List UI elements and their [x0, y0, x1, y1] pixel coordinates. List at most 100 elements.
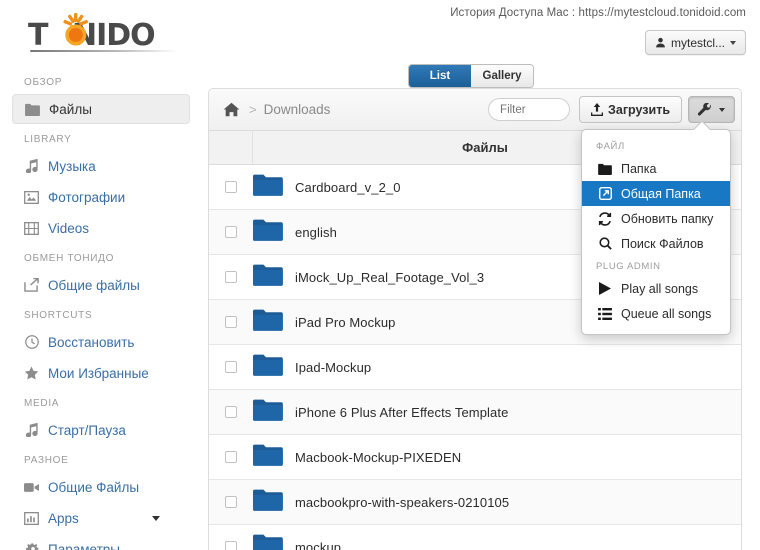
- row-file-name[interactable]: Macbook-Mockup-PIXEDEN: [295, 450, 461, 465]
- sidebar-group-label: LIBRARY: [24, 134, 72, 145]
- music-note-icon: [24, 423, 39, 438]
- row-checkbox-cell[interactable]: [209, 181, 253, 193]
- row-checkbox-cell[interactable]: [209, 271, 253, 283]
- sidebar-item-settings[interactable]: Параметры: [12, 534, 190, 550]
- clock-icon: [24, 335, 39, 350]
- tools-dropdown-button[interactable]: [688, 96, 735, 123]
- sidebar-item-label: Общие файлы: [48, 277, 140, 293]
- sidebar-item-label: Старт/Пауза: [48, 422, 126, 438]
- row-file-name[interactable]: Ipad-Mockup: [295, 360, 371, 375]
- row-checkbox-cell[interactable]: [209, 406, 253, 418]
- chevron-down-icon: [730, 40, 736, 45]
- folder-icon: [253, 218, 283, 246]
- row-file-name[interactable]: iMock_Up_Real_Footage_Vol_3: [295, 270, 484, 285]
- sidebar-group-label: ОБМЕН ТОНИДО: [24, 253, 115, 264]
- row-checkbox-cell[interactable]: [209, 361, 253, 373]
- sidebar-item-label: Videos: [48, 220, 90, 236]
- sidebar-item-apps[interactable]: Apps: [12, 503, 190, 533]
- row-checkbox[interactable]: [225, 406, 237, 418]
- filter-input[interactable]: [488, 98, 571, 121]
- dropdown-group-label: ФАЙЛ: [596, 141, 625, 152]
- tab-list[interactable]: List: [409, 65, 471, 87]
- chevron-down-icon: [719, 107, 725, 112]
- row-file-name[interactable]: iPad Pro Mockup: [295, 315, 396, 330]
- row-file-name[interactable]: english: [295, 225, 337, 240]
- row-checkbox[interactable]: [225, 271, 237, 283]
- folder-icon: [253, 489, 283, 511]
- row-checkbox-cell[interactable]: [209, 451, 253, 463]
- menu-item-queue-all-songs[interactable]: Queue all songs: [582, 301, 730, 326]
- table-row[interactable]: Macbook-Mockup-PIXEDEN: [209, 435, 741, 480]
- row-checkbox[interactable]: [225, 451, 237, 463]
- menu-item-label: Обновить папку: [621, 211, 714, 226]
- breadcrumb-current[interactable]: Downloads: [264, 102, 331, 117]
- sidebar-group-label: SHORTCUTS: [24, 310, 93, 321]
- user-menu-button[interactable]: mytestcl...: [644, 30, 746, 55]
- row-file-name[interactable]: iPhone 6 Plus After Effects Template: [295, 405, 508, 420]
- row-checkbox-cell[interactable]: [209, 316, 253, 328]
- menu-item-play-all-songs[interactable]: Play all songs: [582, 276, 730, 301]
- folder-icon: [253, 398, 283, 426]
- table-row[interactable]: Ipad-Mockup: [209, 345, 741, 390]
- menu-item-refresh-folder[interactable]: Обновить папку: [582, 206, 730, 231]
- menu-item-label: Play all songs: [621, 281, 699, 296]
- table-row[interactable]: iPhone 6 Plus After Effects Template: [209, 390, 741, 435]
- row-checkbox[interactable]: [225, 361, 237, 373]
- row-checkbox-cell[interactable]: [209, 496, 253, 508]
- tonido-logo[interactable]: TONIDO: [28, 12, 188, 53]
- row-checkbox[interactable]: [225, 496, 237, 508]
- sidebar-item-restore[interactable]: Восстановить: [12, 327, 190, 357]
- menu-item-label: Папка: [621, 161, 657, 176]
- folder-icon: [253, 488, 283, 516]
- sidebar-item-play-pause[interactable]: Старт/Пауза: [12, 415, 190, 445]
- sidebar-item-label: Параметры: [48, 541, 120, 550]
- row-checkbox-cell[interactable]: [209, 541, 253, 550]
- sun-icon: [63, 13, 88, 46]
- menu-item-shared-folder[interactable]: Общая Папка: [582, 181, 730, 206]
- row-checkbox[interactable]: [225, 541, 237, 550]
- row-checkbox-cell[interactable]: [209, 226, 253, 238]
- sidebar-item-favorites[interactable]: Мои Избранные: [12, 358, 190, 388]
- folder-icon: [598, 163, 612, 175]
- view-mode-tabs: List Gallery: [408, 64, 534, 88]
- wrench-icon: [698, 102, 711, 116]
- home-icon[interactable]: [223, 102, 240, 117]
- sidebar-item-label: Восстановить: [48, 334, 135, 350]
- sidebar-item-photos[interactable]: Фотографии: [12, 182, 190, 212]
- folder-icon: [253, 308, 283, 336]
- menu-item-label: Поиск Файлов: [621, 236, 704, 251]
- tab-gallery[interactable]: Gallery: [471, 65, 533, 87]
- star-icon: [24, 366, 39, 381]
- row-checkbox[interactable]: [225, 316, 237, 328]
- sidebar-group-label: MEDIA: [24, 398, 60, 409]
- row-file-name[interactable]: mockup: [295, 540, 341, 550]
- sidebar-item-music[interactable]: Музыка: [12, 151, 190, 181]
- sidebar-item-common-files[interactable]: Общие Файлы: [12, 472, 190, 502]
- header-checkbox-column: [209, 131, 253, 164]
- folder-icon: [253, 264, 283, 286]
- sidebar-item-shared-files[interactable]: Общие файлы: [12, 270, 190, 300]
- folder-icon: [253, 533, 283, 550]
- sidebar-item-videos[interactable]: Videos: [12, 213, 190, 243]
- folder-icon: [253, 219, 283, 241]
- row-checkbox[interactable]: [225, 226, 237, 238]
- menu-item-new-folder[interactable]: Папка: [582, 156, 730, 181]
- sidebar-group-label: РАЗНОЕ: [24, 455, 69, 466]
- row-file-name[interactable]: macbookpro-with-speakers-0210105: [295, 495, 509, 510]
- menu-item-label: Общая Папка: [621, 186, 701, 201]
- sidebar-item-files[interactable]: Файлы: [12, 94, 190, 124]
- film-icon: [24, 221, 39, 236]
- sidebar-item-label: Мои Избранные: [48, 365, 149, 381]
- folder-icon: [253, 353, 283, 381]
- share-icon: [24, 278, 39, 293]
- user-menu-label: mytestcl...: [670, 35, 725, 50]
- upload-button[interactable]: Загрузить: [579, 96, 682, 123]
- chevron-down-icon[interactable]: [152, 515, 160, 521]
- table-row[interactable]: macbookpro-with-speakers-0210105: [209, 480, 741, 525]
- row-file-name[interactable]: Cardboard_v_2_0: [295, 180, 401, 195]
- upload-button-label: Загрузить: [608, 102, 670, 117]
- menu-item-search-files[interactable]: Поиск Файлов: [582, 231, 730, 256]
- table-row[interactable]: mockup: [209, 525, 741, 550]
- row-checkbox[interactable]: [225, 181, 237, 193]
- search-icon: [598, 237, 612, 250]
